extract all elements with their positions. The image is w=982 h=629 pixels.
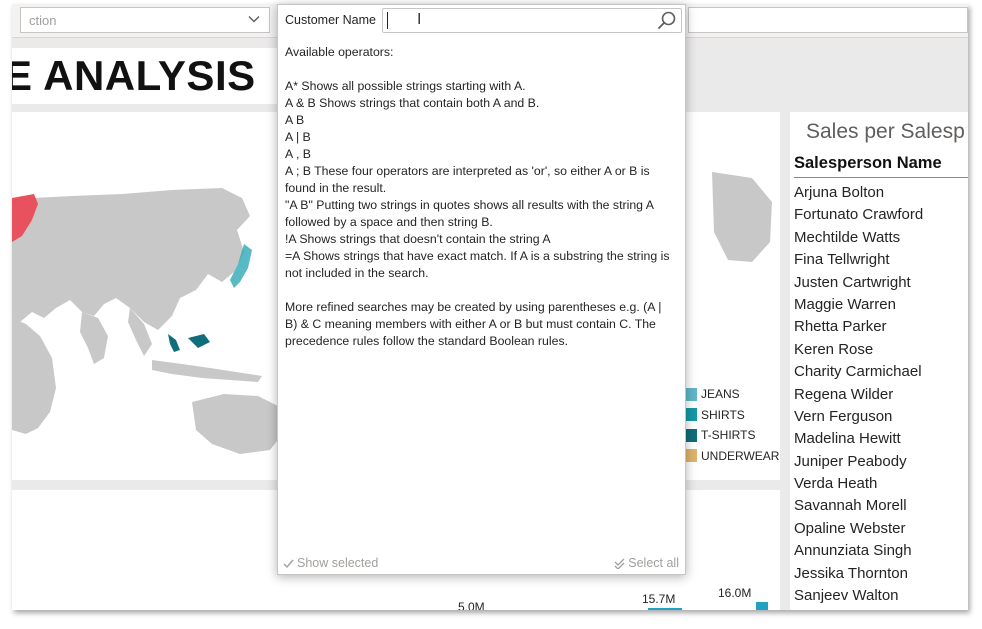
help-spacer bbox=[285, 61, 677, 78]
help-line: A* Shows all possible strings starting w… bbox=[285, 79, 526, 93]
selection-dropdown[interactable]: ction bbox=[20, 7, 270, 33]
salesperson-row[interactable]: Maggie Warren bbox=[794, 294, 968, 316]
help-line: More refined searches may be created by … bbox=[285, 300, 662, 348]
chevron-down-icon[interactable] bbox=[247, 12, 261, 29]
salesperson-row[interactable]: Rhetta Parker bbox=[794, 316, 968, 338]
salesperson-row[interactable]: Opaline Webster bbox=[794, 518, 968, 540]
column-header-salesperson[interactable]: Salesperson Name bbox=[794, 154, 968, 178]
help-line: A , B bbox=[285, 147, 311, 161]
salesperson-row[interactable]: Arjuna Bolton bbox=[794, 182, 968, 204]
salesperson-row[interactable]: Jessika Thornton bbox=[794, 563, 968, 585]
salesperson-row[interactable]: Savannah Morell bbox=[794, 495, 968, 517]
secondary-slicer[interactable] bbox=[688, 7, 968, 33]
salesperson-row[interactable]: Justen Cartwright bbox=[794, 272, 968, 294]
table-title: Sales per Salesp bbox=[806, 120, 965, 143]
show-selected-button[interactable]: Show selected bbox=[283, 556, 378, 570]
map-malaysia-highlight bbox=[168, 334, 210, 352]
sales-per-salesperson-table: Sales per Salesp Salesperson Name Arjuna… bbox=[790, 112, 968, 610]
salesperson-row[interactable]: Mechtilde Watts bbox=[794, 227, 968, 249]
popup-footer: Show selected Select all bbox=[278, 553, 685, 573]
salesperson-row[interactable]: Regena Wilder bbox=[794, 384, 968, 406]
chart-bar[interactable] bbox=[756, 602, 768, 610]
customer-name-search-popup: Customer Name I Available operators: A* S… bbox=[277, 4, 686, 575]
salesperson-row[interactable]: Juniper Peabody bbox=[794, 451, 968, 473]
salesperson-row[interactable]: Charity Carmichael bbox=[794, 361, 968, 383]
chart-bar[interactable] bbox=[648, 608, 682, 610]
legend-item-jeans[interactable]: JEANS bbox=[684, 384, 779, 405]
salesperson-row[interactable]: Sanjeev Walton bbox=[794, 585, 968, 607]
help-line: Available operators: bbox=[285, 45, 394, 59]
salesperson-row[interactable]: Annunziata Singh bbox=[794, 540, 968, 562]
search-icon[interactable] bbox=[656, 10, 678, 32]
category-legend: JEANS SHIRTS T-SHIRTS UNDERWEAR bbox=[684, 384, 779, 466]
legend-label: JEANS bbox=[701, 387, 740, 402]
map-africa bbox=[12, 318, 56, 434]
help-line: "A B" Putting two strings in quotes show… bbox=[285, 198, 654, 229]
select-all-button[interactable]: Select all bbox=[614, 556, 679, 570]
selection-dropdown-text: ction bbox=[29, 13, 57, 28]
help-line: !A Shows strings that doesn't contain th… bbox=[285, 232, 551, 246]
text-caret bbox=[387, 12, 388, 29]
map-india bbox=[80, 312, 108, 364]
salesperson-row[interactable]: Verda Heath bbox=[794, 473, 968, 495]
salesperson-list: Arjuna Bolton Fortunato Crawford Mechtilde… bbox=[794, 182, 968, 607]
help-line: A | B bbox=[285, 130, 311, 144]
show-selected-icon bbox=[283, 559, 294, 568]
help-line: A ; B These four operators are interpret… bbox=[285, 164, 650, 195]
salesperson-row[interactable]: Fortunato Crawford bbox=[794, 204, 968, 226]
bar-value-label: 15.7M bbox=[642, 592, 676, 606]
legend-item-tshirts[interactable]: T-SHIRTS bbox=[684, 425, 779, 446]
bar-value-label: 5.0M bbox=[458, 600, 485, 610]
legend-label: UNDERWEAR bbox=[701, 448, 780, 463]
legend-item-shirts[interactable]: SHIRTS bbox=[684, 405, 779, 426]
search-header: Customer Name I bbox=[278, 5, 685, 35]
salesperson-row[interactable]: Keren Rose bbox=[794, 339, 968, 361]
show-selected-label: Show selected bbox=[297, 556, 379, 570]
text-cursor-icon: I bbox=[417, 10, 422, 28]
legend-item-underwear[interactable]: UNDERWEAR bbox=[684, 446, 779, 467]
customer-name-search-input[interactable] bbox=[382, 8, 682, 33]
bar-value-label: 16.0M bbox=[718, 586, 752, 600]
help-line: =A Shows strings that have exact match. … bbox=[285, 249, 670, 280]
help-spacer bbox=[285, 282, 677, 299]
select-all-icon bbox=[614, 558, 625, 569]
salesperson-row[interactable]: Fina Tellwright bbox=[794, 249, 968, 271]
salesperson-row[interactable]: Vern Ferguson bbox=[794, 406, 968, 428]
legend-label: T-SHIRTS bbox=[701, 428, 756, 443]
legend-label: SHIRTS bbox=[701, 407, 745, 422]
search-operators-help: Available operators: A* Shows all possibl… bbox=[285, 44, 677, 350]
search-field-label: Customer Name bbox=[285, 13, 376, 27]
help-line: A B bbox=[285, 113, 305, 127]
map-indonesia bbox=[152, 360, 262, 382]
help-line: A & B Shows strings that contain both A … bbox=[285, 96, 540, 110]
map-americas bbox=[712, 172, 772, 262]
map-australia bbox=[192, 394, 284, 454]
map-eurasia bbox=[12, 188, 250, 330]
salesperson-row[interactable]: Madelina Hewitt bbox=[794, 428, 968, 450]
select-all-label: Select all bbox=[628, 556, 679, 570]
